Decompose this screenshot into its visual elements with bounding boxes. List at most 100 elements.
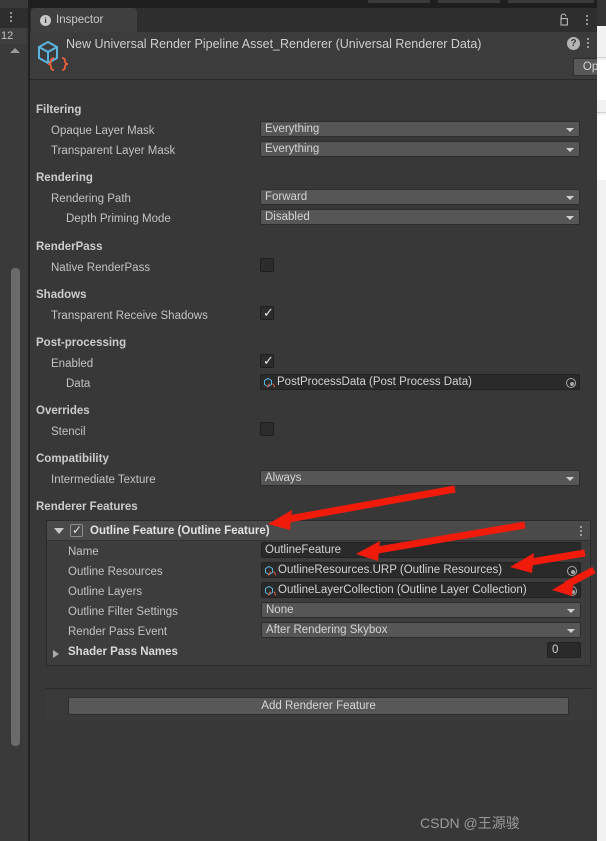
object-picker-icon[interactable] bbox=[566, 378, 576, 388]
label-transparent-layer-mask: Transparent Layer Mask bbox=[51, 145, 176, 157]
chevron-down-icon bbox=[567, 609, 575, 613]
label-stencil: Stencil bbox=[51, 426, 86, 438]
info-icon: i bbox=[40, 14, 51, 26]
checkbox-transparent-receive-shadows[interactable] bbox=[260, 304, 274, 322]
dropdown-value: Always bbox=[265, 472, 302, 484]
label-rendering-path: Rendering Path bbox=[51, 193, 131, 205]
label-render-pass-event: Render Pass Event bbox=[68, 626, 168, 638]
section-title-filtering: Filtering bbox=[36, 104, 82, 116]
inspector-body: Filtering Opaque Layer Mask Everything T… bbox=[30, 80, 597, 841]
inspector-tabbar: i Inspector bbox=[30, 8, 597, 32]
left-strip: 12 bbox=[0, 0, 30, 841]
help-icon[interactable]: ? bbox=[567, 37, 580, 50]
checkbox-native-renderpass[interactable] bbox=[260, 258, 274, 272]
add-renderer-feature-button[interactable]: Add Renderer Feature bbox=[68, 697, 569, 715]
scriptable-object-icon bbox=[265, 565, 276, 576]
label-post-data: Data bbox=[66, 378, 91, 390]
kebab-menu-icon[interactable] bbox=[9, 8, 13, 26]
dropdown-value: Everything bbox=[265, 123, 320, 135]
checkbox-post-enabled[interactable] bbox=[260, 352, 274, 370]
object-title: New Universal Render Pipeline Asset_Rend… bbox=[66, 37, 482, 51]
dropdown-value: Disabled bbox=[265, 211, 310, 223]
label-outline-resources: Outline Resources bbox=[68, 566, 163, 578]
label-depth-priming-mode: Depth Priming Mode bbox=[66, 213, 171, 225]
label-intermediate-texture: Intermediate Texture bbox=[51, 474, 156, 486]
objectfield-value: OutlineResources.URP (Outline Resources) bbox=[278, 564, 503, 576]
scriptable-object-icon bbox=[265, 585, 276, 596]
toolbar-chip[interactable] bbox=[368, 0, 430, 3]
right-edge-white bbox=[597, 60, 606, 100]
chevron-down-icon bbox=[566, 128, 574, 132]
dropdown-transparent-layer-mask[interactable]: Everything bbox=[260, 141, 580, 157]
tab-label: Inspector bbox=[56, 14, 104, 26]
objectfield-outline-layers[interactable]: OutlineLayerCollection (Outline Layer Co… bbox=[261, 582, 581, 598]
numberfield-value: 0 bbox=[552, 644, 559, 656]
chevron-down-icon bbox=[566, 216, 574, 220]
dropdown-value: Forward bbox=[265, 191, 308, 203]
objectfield-value: OutlineLayerCollection (Outline Layer Co… bbox=[278, 584, 527, 596]
screen-root: 12 i Inspector New Universal Render Pipe… bbox=[0, 0, 606, 841]
section-title-renderpass: RenderPass bbox=[36, 241, 103, 253]
dropdown-value: Everything bbox=[265, 143, 320, 155]
label-transparent-receive-shadows: Transparent Receive Shadows bbox=[51, 310, 208, 322]
textfield-value: OutlineFeature bbox=[265, 544, 342, 556]
dropdown-outline-filter-settings[interactable]: None bbox=[261, 602, 581, 618]
checkbox-stencil[interactable] bbox=[260, 422, 274, 436]
toolbar-chip[interactable] bbox=[508, 0, 594, 3]
label-feature-name: Name bbox=[68, 546, 99, 558]
object-picker-icon[interactable] bbox=[567, 566, 577, 576]
objectfield-post-data[interactable]: PostProcessData (Post Process Data) bbox=[260, 374, 580, 390]
object-picker-icon[interactable] bbox=[567, 586, 577, 596]
right-edge-strip-top bbox=[597, 0, 606, 26]
renderer-feature-block: Outline Feature (Outline Feature) Name O… bbox=[46, 520, 591, 666]
section-title-shadows: Shadows bbox=[36, 289, 87, 301]
object-header: New Universal Render Pipeline Asset_Rend… bbox=[30, 32, 606, 80]
objectfield-value: PostProcessData (Post Process Data) bbox=[277, 376, 472, 388]
kebab-menu-icon[interactable] bbox=[580, 526, 582, 536]
label-opaque-layer-mask: Opaque Layer Mask bbox=[51, 125, 155, 137]
foldout-collapsed-icon[interactable] bbox=[53, 650, 59, 658]
section-title-overrides: Overrides bbox=[36, 405, 90, 417]
chevron-down-icon bbox=[566, 196, 574, 200]
section-title-rendering: Rendering bbox=[36, 172, 93, 184]
textfield-feature-name[interactable]: OutlineFeature bbox=[261, 542, 581, 558]
renderer-feature-rows: Name OutlineFeature Outline Resources Ou… bbox=[47, 541, 590, 665]
chevron-down-icon bbox=[567, 629, 575, 633]
label-native-renderpass: Native RenderPass bbox=[51, 262, 151, 274]
label-shader-pass-names: Shader Pass Names bbox=[68, 646, 178, 658]
tab-inspector[interactable]: i Inspector bbox=[31, 8, 137, 32]
scriptable-object-icon bbox=[264, 377, 275, 388]
right-edge-line bbox=[597, 57, 606, 58]
checkbox-feature-enabled[interactable] bbox=[70, 521, 83, 539]
inspector-window: i Inspector New Universal Render Pipelin… bbox=[30, 8, 606, 841]
top-toolbar-sliver bbox=[0, 0, 606, 8]
section-title-renderer-features: Renderer Features bbox=[36, 501, 138, 513]
toolbar-chip[interactable] bbox=[438, 0, 500, 3]
label-outline-layers: Outline Layers bbox=[68, 586, 143, 598]
section-title-post-processing: Post-processing bbox=[36, 337, 127, 349]
collapse-triangle-icon[interactable] bbox=[10, 48, 20, 53]
dropdown-opaque-layer-mask[interactable]: Everything bbox=[260, 121, 580, 137]
foldout-expanded-icon[interactable] bbox=[54, 527, 64, 534]
label-post-enabled: Enabled bbox=[51, 358, 94, 370]
watermark: CSDN @王源骏 bbox=[420, 815, 520, 831]
objectfield-outline-resources[interactable]: OutlineResources.URP (Outline Resources) bbox=[261, 562, 581, 578]
left-scrollbar-thumb[interactable] bbox=[11, 268, 20, 746]
right-edge-white bbox=[597, 115, 606, 180]
dropdown-rendering-path[interactable]: Forward bbox=[260, 189, 580, 205]
dropdown-intermediate-texture[interactable]: Always bbox=[260, 470, 580, 486]
scriptable-object-icon bbox=[38, 40, 68, 71]
chevron-down-icon bbox=[566, 148, 574, 152]
kebab-menu-icon[interactable] bbox=[587, 38, 589, 48]
renderer-feature-title: Outline Feature (Outline Feature) bbox=[90, 524, 270, 537]
dropdown-value: None bbox=[266, 604, 294, 616]
numberfield-shader-pass-count[interactable]: 0 bbox=[547, 642, 581, 658]
renderer-feature-header[interactable]: Outline Feature (Outline Feature) bbox=[47, 521, 590, 541]
add-feature-area: Add Renderer Feature bbox=[46, 688, 591, 720]
label-outline-filter-settings: Outline Filter Settings bbox=[68, 606, 178, 618]
kebab-menu-icon[interactable] bbox=[586, 15, 588, 25]
dropdown-render-pass-event[interactable]: After Rendering Skybox bbox=[261, 622, 581, 638]
padlock-unlocked-icon[interactable] bbox=[559, 13, 570, 26]
dropdown-depth-priming-mode[interactable]: Disabled bbox=[260, 209, 580, 225]
left-strip-number: 12 bbox=[0, 28, 26, 44]
